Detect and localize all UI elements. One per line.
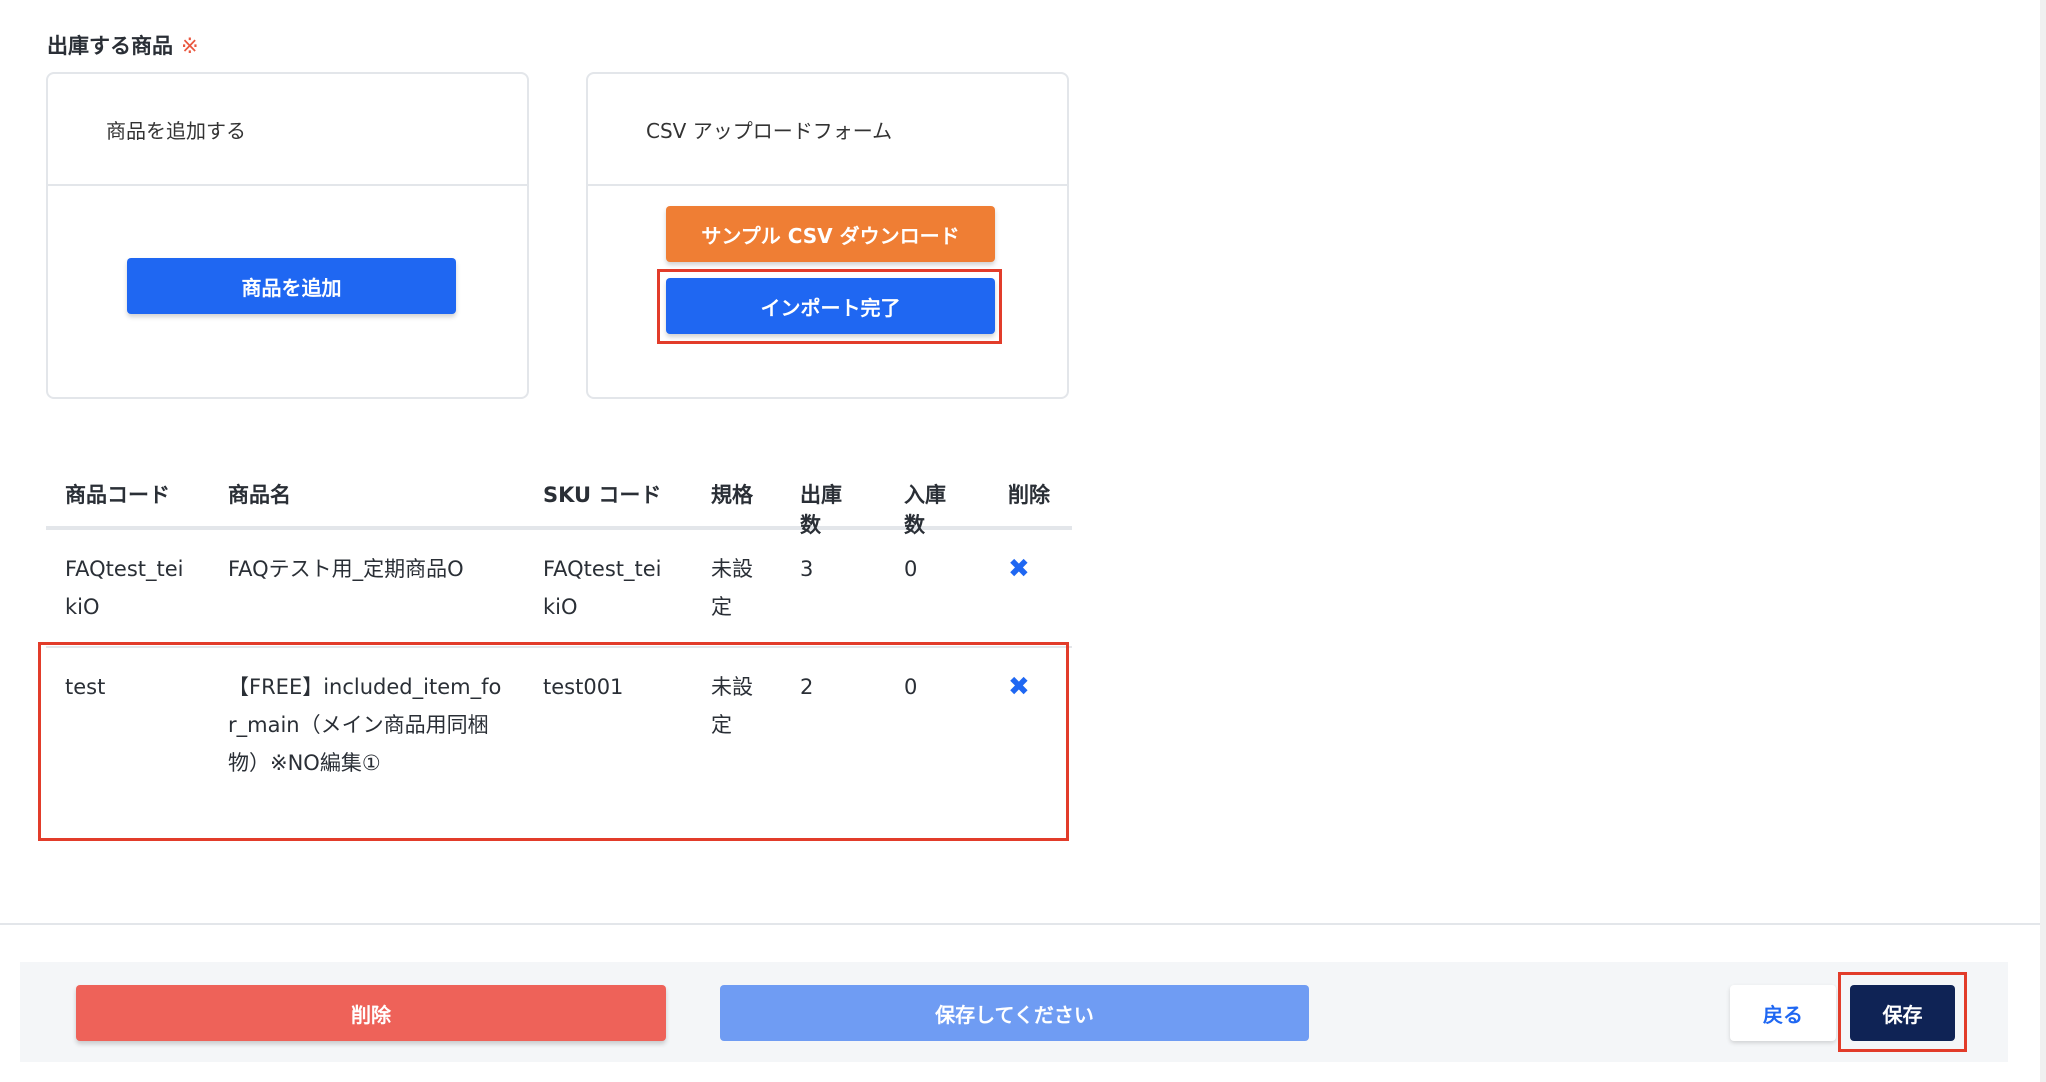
section-title-text: 出庫する商品: [47, 34, 173, 58]
table-header: 商品コード 商品名 SKU コード 規格 出庫数 入庫数 削除: [46, 460, 1072, 537]
back-button[interactable]: 戻る: [1730, 985, 1836, 1041]
cell-out-qty: 3: [800, 557, 814, 581]
delete-row-x-icon[interactable]: ✖: [1008, 550, 1068, 588]
footer-divider: [0, 923, 2046, 925]
products-table: 商品コード 商品名 SKU コード 規格 出庫数 入庫数 削除 FAQtest_…: [46, 460, 1072, 838]
header-product-name: 商品名: [228, 483, 291, 507]
cell-sku-code: test001: [543, 675, 624, 699]
scrollbar[interactable]: [2040, 0, 2046, 1082]
cell-in-qty: 0: [904, 675, 918, 699]
save-please-button[interactable]: 保存してください: [720, 985, 1309, 1041]
cell-sku-code: FAQtest_teikiO: [543, 557, 662, 619]
table-row: FAQtest_teikiO FAQテスト用_定期商品O FAQtest_tei…: [46, 530, 1072, 648]
footer-action-bar: 削除 保存してください 戻る 保存: [20, 962, 2008, 1062]
section-title: 出庫する商品 ※: [47, 30, 199, 60]
csv-upload-card-header: CSV アップロードフォーム: [588, 74, 1067, 186]
header-sku-code: SKU コード: [543, 483, 662, 507]
page: 出庫する商品 ※ 商品を追加する 商品を追加 CSV アップロードフォーム サンプ…: [0, 0, 2046, 1082]
add-product-button[interactable]: 商品を追加: [127, 258, 456, 314]
add-product-card: 商品を追加する 商品を追加: [46, 72, 529, 399]
csv-upload-card: CSV アップロードフォーム サンプル CSV ダウンロード インポート完了: [586, 72, 1069, 399]
header-delete: 削除: [1008, 483, 1050, 507]
table-row: test 【FREE】included_item_for_main（メイン商品用…: [46, 648, 1072, 838]
cell-product-name: 【FREE】included_item_for_main（メイン商品用同梱物）※…: [228, 675, 502, 775]
cell-out-qty: 2: [800, 675, 814, 699]
delete-row-x-icon[interactable]: ✖: [1008, 668, 1068, 706]
cell-in-qty: 0: [904, 557, 918, 581]
header-product-code: 商品コード: [65, 483, 170, 507]
cell-product-name: FAQテスト用_定期商品O: [228, 557, 464, 581]
save-button[interactable]: 保存: [1850, 985, 1955, 1041]
header-spec: 規格: [711, 483, 753, 507]
sample-csv-download-button[interactable]: サンプル CSV ダウンロード: [666, 206, 995, 262]
cell-product-code: FAQtest_teikiO: [65, 557, 184, 619]
cell-product-code: test: [65, 675, 106, 699]
required-mark: ※: [181, 34, 199, 58]
add-product-card-header: 商品を追加する: [48, 74, 527, 186]
import-complete-button[interactable]: インポート完了: [666, 278, 995, 334]
delete-button[interactable]: 削除: [76, 985, 666, 1041]
cell-spec: 未設定: [711, 557, 753, 619]
cell-spec: 未設定: [711, 675, 753, 737]
